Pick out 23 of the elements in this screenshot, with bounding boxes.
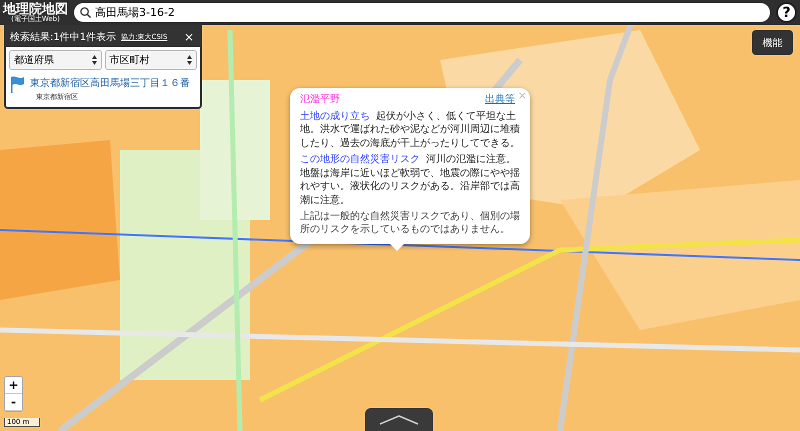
zoom-in-button[interactable]: + — [5, 377, 22, 394]
close-button[interactable]: × — [182, 31, 196, 43]
source-link[interactable]: 出典等 — [485, 93, 515, 106]
expand-panel-button[interactable] — [365, 408, 433, 431]
zoom-out-button[interactable]: - — [5, 394, 22, 411]
results-count: 検索結果:1件中1件表示 — [10, 30, 116, 44]
updown-caret-icon — [187, 55, 192, 65]
section-text: この地形の自然災害リスク 河川の氾濫に注意。地盤は海岸に近いほど軟弱で、地震の際にやや揺れやすい。液状化のリスクがある。沿岸部では高潮に注意。 — [300, 153, 521, 207]
result-link[interactable]: 東京都新宿区高田馬場三丁目１６番 — [30, 76, 190, 90]
section-text: 土地の成り立ち 起伏が小さく、低くて平坦な土地。洪水で運ばれた砂や泥などが河川周辺に堆積したり、過去の海底が干上がったりしてできる。 — [300, 110, 521, 150]
disclaimer-text: 上記は一般的な自然災害リスクであり、個別の場所のリスクを示しているものではありません。 — [300, 210, 521, 236]
filter-dropdown[interactable]: 都道府県 — [9, 50, 102, 70]
filter-dropdown[interactable]: 市区町村 — [104, 50, 197, 70]
help-button[interactable]: ? — [776, 2, 797, 23]
function-button[interactable]: 機能 — [752, 30, 793, 55]
search-icon — [80, 7, 91, 18]
search-field[interactable]: 高田馬場3-16-2 — [95, 6, 764, 19]
landform-title: 氾濫平野 — [300, 93, 340, 106]
search-bar[interactable]: 高田馬場3-16-2 — [74, 3, 770, 22]
chevron-up-icon — [379, 414, 419, 424]
app-title: 地理院地図 — [3, 2, 68, 16]
updown-caret-icon — [92, 55, 96, 65]
flag-icon — [10, 76, 25, 94]
